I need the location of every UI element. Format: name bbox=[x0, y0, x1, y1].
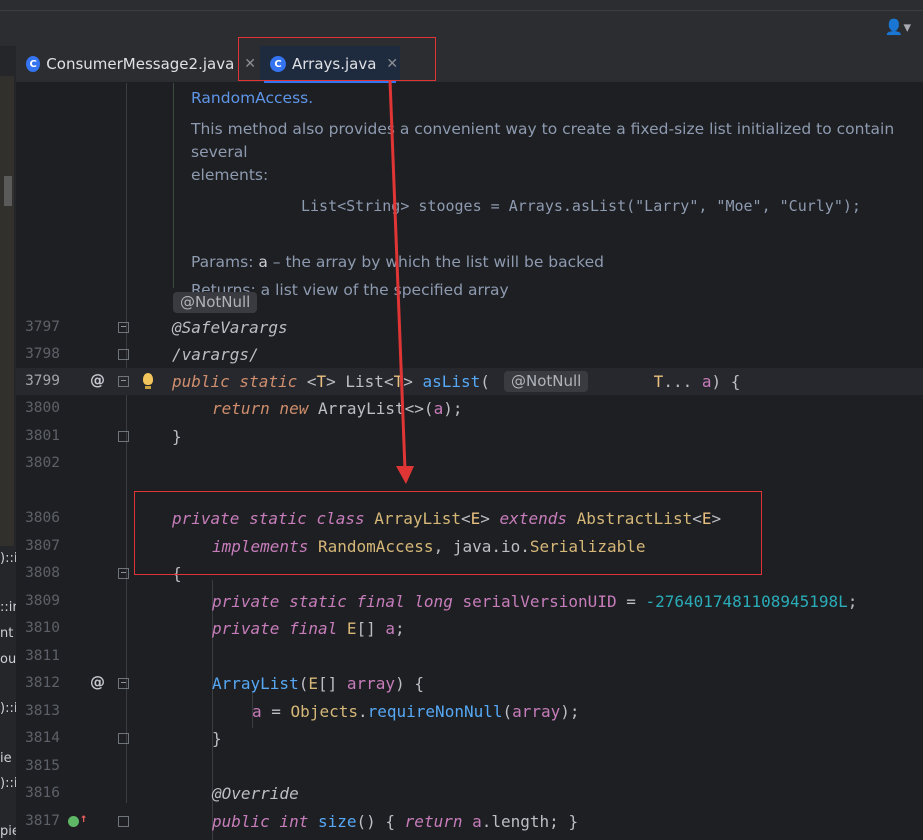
code-text: public int size() { return a.length; } bbox=[212, 812, 579, 831]
left-panel-fragment: ::ir bbox=[0, 600, 16, 615]
left-panel-fragment: nt bbox=[0, 626, 14, 641]
left-side-panel: )::i ::ir nt ou )::i ie )::i pie bbox=[0, 46, 16, 840]
javadoc-link[interactable]: RandomAccess. bbox=[191, 89, 313, 107]
code-text: return new ArrayList<>(a); bbox=[212, 399, 463, 418]
param-description: – the array by which the list will be ba… bbox=[272, 253, 604, 271]
code-editor[interactable]: RandomAccess. This method also provides … bbox=[16, 83, 923, 840]
code-text: @Override bbox=[212, 784, 299, 803]
code-text: ArrayList(E[] array) { bbox=[212, 674, 424, 693]
tab-label: ConsumerMessage2.java bbox=[46, 55, 235, 73]
left-panel-fragment: ou bbox=[0, 652, 16, 667]
line-number: 3802 bbox=[25, 455, 60, 471]
top-toolbar: 👤▾ bbox=[0, 0, 923, 46]
implementation-marker-icon[interactable]: @ bbox=[90, 673, 105, 691]
line-number: 3806 bbox=[25, 510, 60, 526]
javadoc-paragraph-line: This method also provides a convenient w… bbox=[191, 120, 895, 161]
code-text: @SafeVarargs bbox=[172, 318, 288, 337]
line-number: 3799 bbox=[25, 373, 60, 389]
fold-marker-icon[interactable] bbox=[118, 678, 129, 689]
code-text: } bbox=[212, 729, 222, 748]
line-number: 3807 bbox=[25, 538, 60, 554]
code-line[interactable]: 3813 a = Objects.requireNonNull(array); bbox=[16, 698, 923, 725]
toolbar-divider bbox=[0, 10, 923, 11]
code-line[interactable]: 3816 @Override bbox=[16, 780, 923, 807]
fold-marker-icon[interactable] bbox=[118, 431, 129, 442]
user-account-icon[interactable]: 👤▾ bbox=[885, 18, 911, 36]
javadoc-paragraph-line: elements: bbox=[191, 166, 269, 184]
code-line[interactable]: 3811 bbox=[16, 643, 923, 670]
fold-marker-icon[interactable] bbox=[118, 733, 129, 744]
code-line[interactable]: 3817 ↑ public int size() { return a.leng… bbox=[16, 808, 923, 835]
javadoc-code-sample: List<String> stooges = Arrays.asList("La… bbox=[301, 197, 861, 215]
annotation-highlight-class bbox=[134, 491, 762, 575]
code-line[interactable]: 3812 @ ArrayList(E[] array) { bbox=[16, 670, 923, 697]
line-number: 3816 bbox=[25, 785, 60, 801]
line-number: 3815 bbox=[25, 758, 60, 774]
code-line[interactable]: 3797 @SafeVarargs bbox=[16, 314, 923, 341]
code-line[interactable]: 3798 /varargs/ bbox=[16, 341, 923, 368]
code-line[interactable]: 3815 bbox=[16, 753, 923, 780]
left-panel-accent bbox=[0, 76, 14, 546]
fold-marker-icon[interactable] bbox=[118, 568, 129, 579]
code-text: a = Objects.requireNonNull(array); bbox=[252, 702, 580, 721]
serial-version-value: -2764017481108945198L bbox=[645, 592, 848, 611]
code-line[interactable]: 3801 } bbox=[16, 423, 923, 450]
code-line[interactable]: 3800 return new ArrayList<>(a); bbox=[16, 395, 923, 422]
line-number: 3811 bbox=[25, 648, 60, 664]
notnull-inlay-hint[interactable]: @NotNull bbox=[504, 371, 589, 392]
line-number: 3814 bbox=[25, 730, 60, 746]
line-number: 3810 bbox=[25, 620, 60, 636]
line-number: 3809 bbox=[25, 593, 60, 609]
override-up-arrow-icon[interactable]: ↑ bbox=[80, 811, 87, 825]
line-number: 3798 bbox=[25, 346, 60, 362]
lightbulb-icon[interactable] bbox=[143, 373, 153, 389]
param-name: a bbox=[258, 253, 268, 271]
line-number: 3813 bbox=[25, 703, 60, 719]
left-panel-scroll-thumb[interactable] bbox=[4, 176, 12, 206]
line-number: 3817 bbox=[25, 813, 60, 829]
line-number: 3808 bbox=[25, 565, 60, 581]
line-number: 3801 bbox=[25, 428, 60, 444]
fold-marker-icon[interactable] bbox=[118, 349, 129, 360]
code-text: /varargs/ bbox=[172, 345, 259, 364]
code-line[interactable]: 3814 } bbox=[16, 725, 923, 752]
override-marker-icon[interactable] bbox=[68, 816, 79, 827]
rendered-javadoc: RandomAccess. This method also provides … bbox=[173, 83, 923, 299]
implementation-marker-icon[interactable]: @ bbox=[90, 371, 105, 389]
annotation-highlight-tab bbox=[238, 37, 436, 81]
code-text: private static final long serialVersionU… bbox=[212, 592, 858, 611]
params-label: Params: bbox=[191, 253, 254, 271]
notnull-inlay-hint[interactable]: @NotNull bbox=[173, 292, 258, 313]
tab-consumermessage2[interactable]: C ConsumerMessage2.java ✕ bbox=[26, 46, 256, 82]
code-line[interactable]: 3810 private final E[] a; bbox=[16, 615, 923, 642]
fold-marker-icon[interactable] bbox=[118, 322, 129, 333]
line-number: 3800 bbox=[25, 400, 60, 416]
left-panel-fragment: )::i bbox=[0, 701, 16, 716]
left-panel-fragment: )::i bbox=[0, 776, 16, 791]
line-number: 3797 bbox=[25, 319, 60, 335]
java-class-icon: C bbox=[26, 56, 41, 72]
fold-marker-icon[interactable] bbox=[118, 376, 129, 387]
left-panel-fragment: )::i bbox=[0, 551, 16, 566]
code-line[interactable]: 3799 @ public static <T> List<T> asList(… bbox=[16, 368, 923, 395]
code-text: } bbox=[172, 427, 182, 446]
left-panel-fragment: pie bbox=[0, 824, 16, 839]
line-number: 3812 bbox=[25, 675, 60, 691]
left-panel-fragment: ie bbox=[0, 751, 12, 766]
code-line[interactable]: 3802 bbox=[16, 450, 923, 477]
code-line[interactable]: 3809 private static final long serialVer… bbox=[16, 588, 923, 615]
fold-marker-icon[interactable] bbox=[118, 816, 129, 827]
code-text: private final E[] a; bbox=[212, 619, 405, 638]
code-text: public static <T> List<T> asList( T... a… bbox=[172, 372, 741, 391]
editor-tab-bar: C ConsumerMessage2.java ✕ C Arrays.java … bbox=[16, 46, 923, 84]
returns-description: a list view of the specified array bbox=[260, 281, 509, 299]
